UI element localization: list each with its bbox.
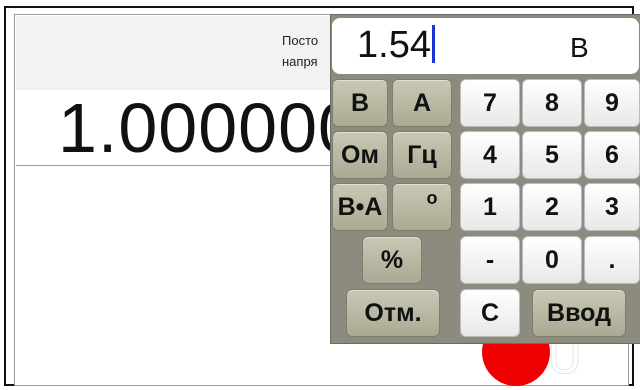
digit-key-2[interactable]: 2 — [522, 183, 582, 231]
enter-button[interactable]: Ввод — [532, 289, 626, 337]
digit-key-9[interactable]: 9 — [584, 79, 640, 127]
digit-key-5[interactable]: 5 — [522, 131, 582, 179]
keypad-input-text: 1.54 — [357, 24, 431, 66]
digit-key-3[interactable]: 3 — [584, 183, 640, 231]
unit-key-hertz[interactable]: Гц — [392, 131, 452, 179]
minus-key[interactable]: - — [460, 236, 520, 284]
digit-key-8[interactable]: 8 — [522, 79, 582, 127]
digit-key-7[interactable]: 7 — [460, 79, 520, 127]
keypad-unit-label: В — [570, 32, 589, 63]
digit-key-4[interactable]: 4 — [460, 131, 520, 179]
keypad-input-value[interactable]: 1.54 — [357, 22, 435, 68]
decimal-point-key[interactable]: . — [584, 236, 640, 284]
text-caret-icon — [431, 25, 435, 63]
unit-key-ampere[interactable]: А — [392, 79, 452, 127]
unit-key-degree[interactable]: о — [392, 183, 452, 231]
digit-key-1[interactable]: 1 — [460, 183, 520, 231]
unit-key-percent[interactable]: % — [362, 236, 422, 284]
cancel-button[interactable]: Отм. — [346, 289, 440, 337]
measured-value[interactable]: 1.000000 — [58, 88, 338, 168]
clear-button[interactable]: C — [460, 289, 520, 337]
measurement-mode-label-line2: напря — [282, 54, 318, 69]
digit-key-6[interactable]: 6 — [584, 131, 640, 179]
unit-key-degree-label: о — [426, 188, 438, 208]
measurement-mode-label-line1: Посто — [282, 33, 319, 48]
measurement-mode-label: Посто напря — [282, 30, 337, 72]
unit-key-volt-ampere[interactable]: В•А — [332, 183, 388, 231]
unit-key-ohm[interactable]: Ом — [332, 131, 388, 179]
unit-key-volt[interactable]: В — [332, 79, 388, 127]
digit-key-0[interactable]: 0 — [522, 236, 582, 284]
